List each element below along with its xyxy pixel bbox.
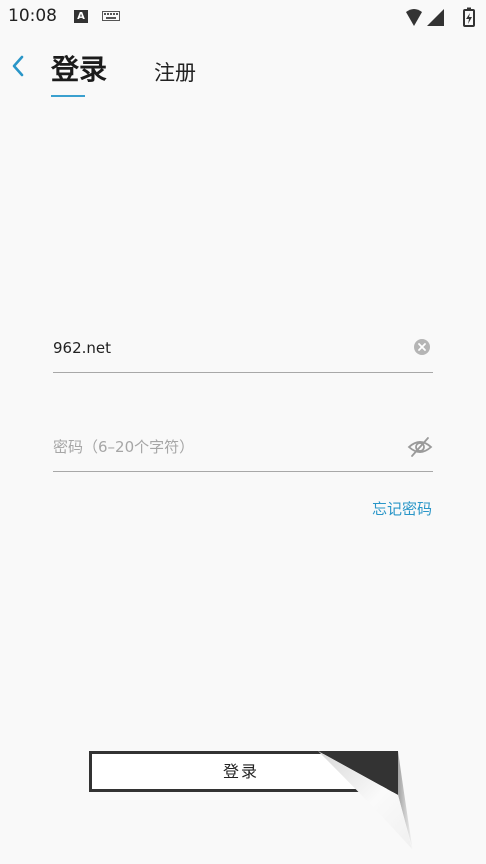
clear-input-button[interactable] xyxy=(413,338,431,356)
username-input[interactable] xyxy=(53,328,383,368)
wifi-icon xyxy=(406,9,422,26)
tab-login[interactable]: 登录 xyxy=(51,48,107,88)
forgot-password-link[interactable]: 忘记密码 xyxy=(372,498,432,519)
password-input[interactable] xyxy=(53,427,383,467)
chevron-left-icon xyxy=(12,55,24,77)
tab-login-underline xyxy=(51,95,85,97)
back-button[interactable] xyxy=(6,52,30,80)
status-bar: 10:08 A xyxy=(0,0,486,34)
status-time: 10:08 xyxy=(8,6,57,26)
keyboard-icon xyxy=(102,11,120,21)
tab-register[interactable]: 注册 xyxy=(154,57,196,87)
password-field xyxy=(53,427,433,472)
signal-icon xyxy=(427,9,444,26)
username-field xyxy=(53,328,433,373)
notification-icon: A xyxy=(74,10,88,23)
status-icons xyxy=(406,7,475,27)
eye-off-icon[interactable] xyxy=(407,436,433,458)
page-curl-decoration xyxy=(318,751,413,851)
battery-icon xyxy=(463,7,475,27)
